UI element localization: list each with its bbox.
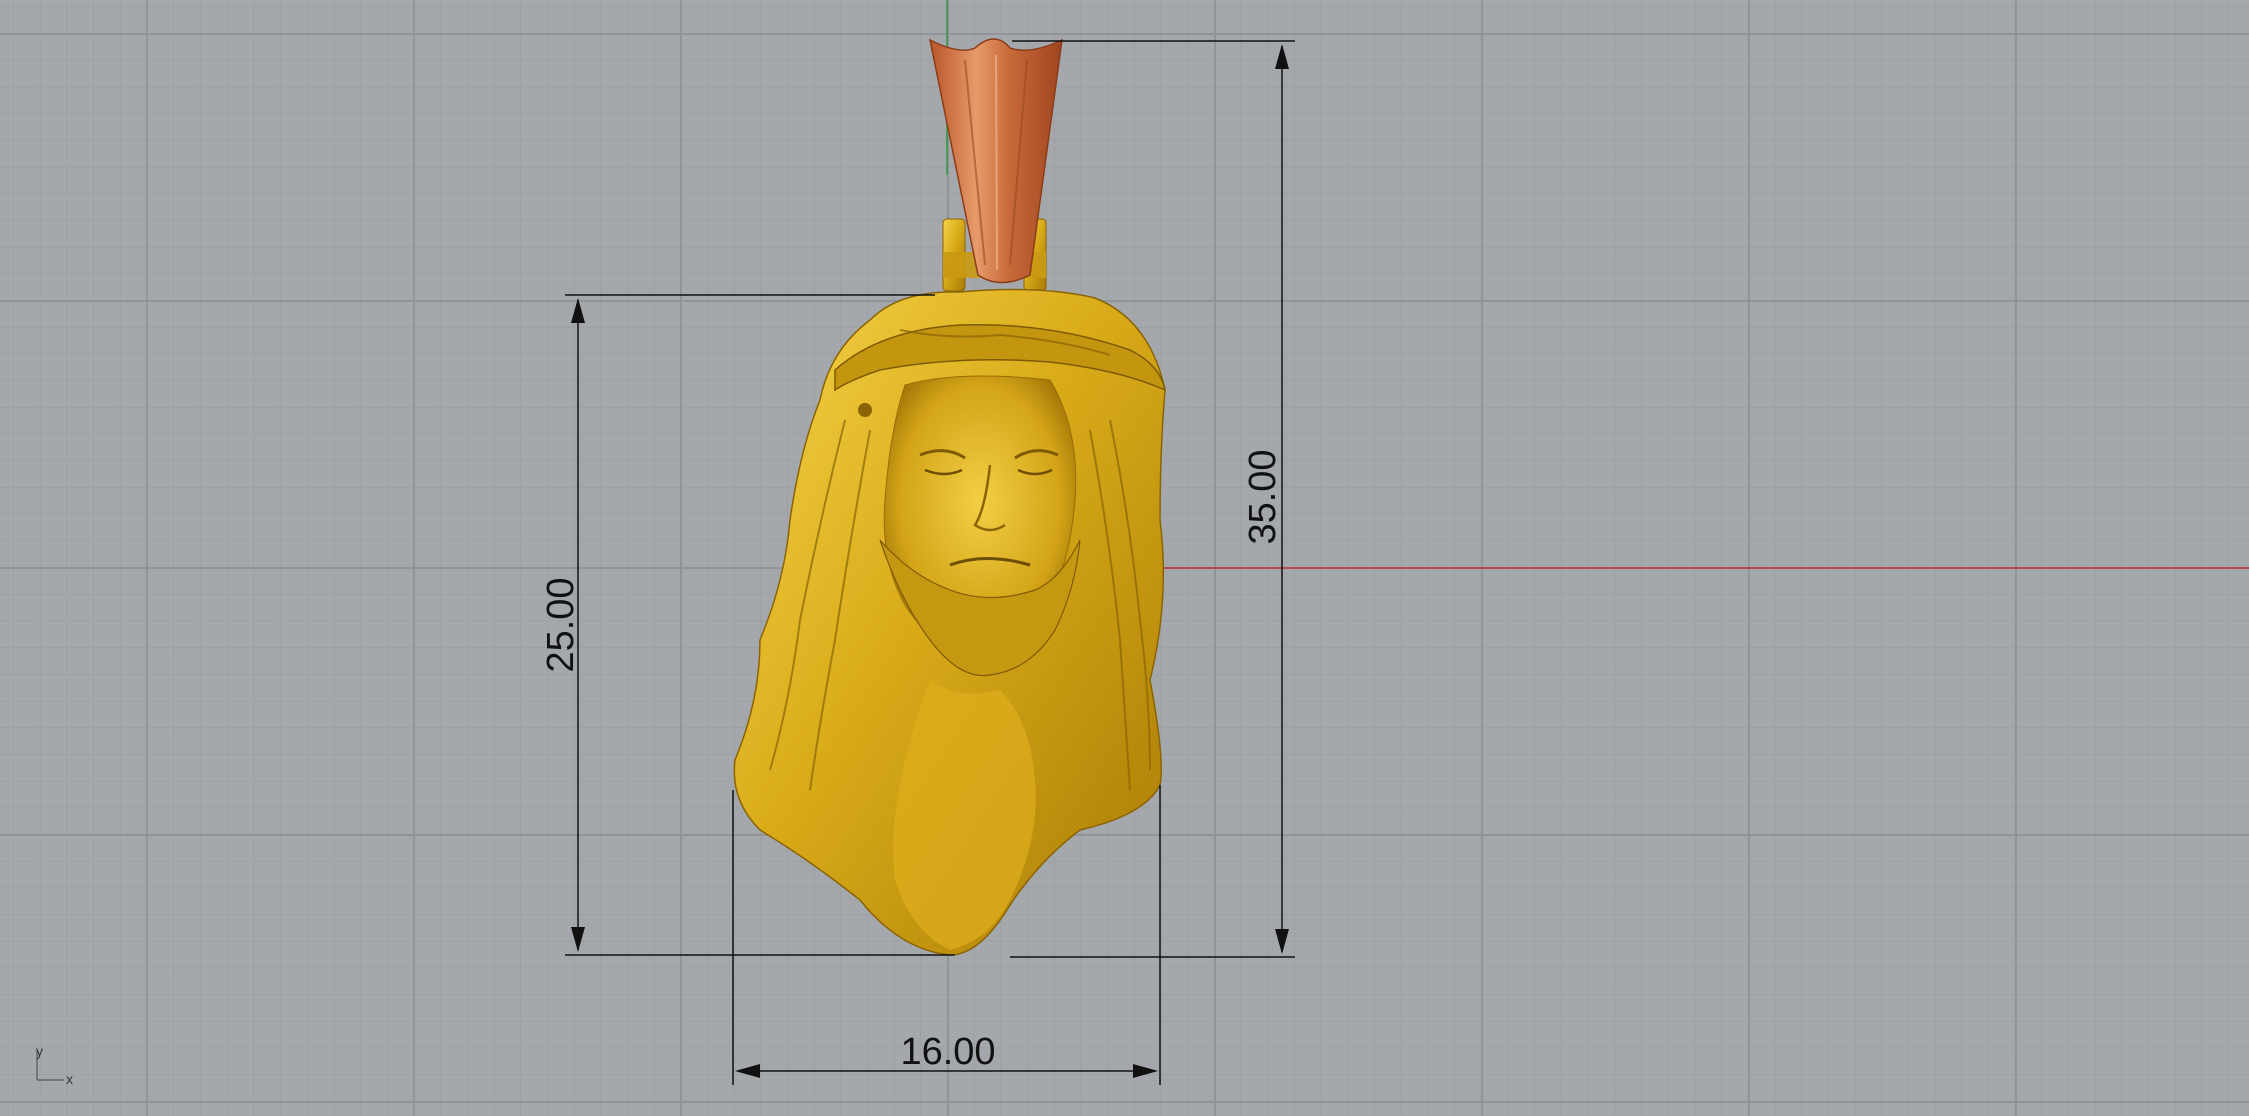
axis-indicator: y x [36, 1043, 73, 1087]
arrowhead-left [735, 1064, 760, 1078]
arrowhead-top [1275, 44, 1289, 69]
dimension-label-35: 35.00 [1242, 449, 1284, 544]
dimension-label-16: 16.00 [900, 1031, 995, 1073]
arrowhead-top [571, 298, 585, 323]
arrowhead-bottom [1275, 929, 1289, 954]
viewport-canvas[interactable]: 25.00 35.00 16.00 y x [0, 0, 2249, 1116]
arrowhead-bottom [571, 927, 585, 952]
modeling-viewport[interactable]: 25.00 35.00 16.00 y x [0, 0, 2249, 1116]
axis-x-label: x [66, 1071, 73, 1087]
arrowhead-right [1133, 1064, 1158, 1078]
dimension-label-25: 25.00 [540, 577, 582, 672]
axis-y-label: y [36, 1043, 43, 1059]
pendant-model[interactable] [733, 38, 1167, 956]
